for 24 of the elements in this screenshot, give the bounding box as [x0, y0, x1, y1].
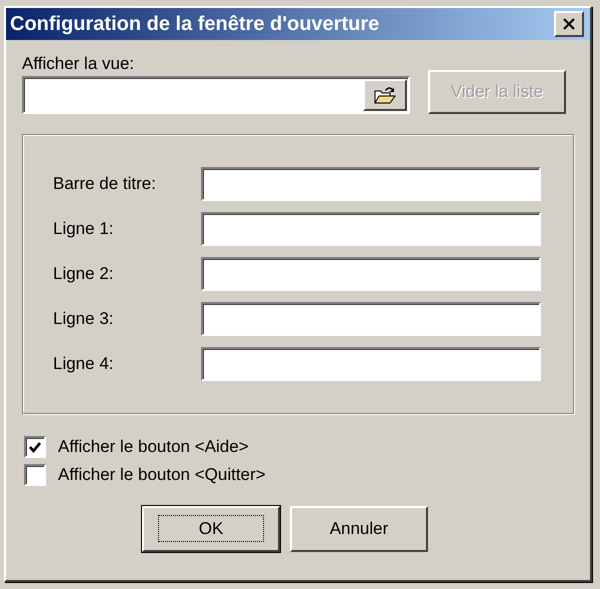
text-field[interactable]	[201, 347, 541, 381]
checkbox-label: Afficher le bouton <Aide>	[58, 437, 249, 457]
cancel-button[interactable]: Annuler	[290, 506, 428, 552]
ok-button[interactable]: OK	[142, 506, 280, 552]
checkbox[interactable]	[24, 436, 46, 458]
checkbox-label: Afficher le bouton <Quitter>	[58, 465, 266, 485]
text-field[interactable]	[201, 212, 541, 246]
field-label: Barre de titre:	[53, 174, 157, 194]
view-label: Afficher la vue:	[22, 54, 136, 74]
view-field[interactable]	[22, 76, 410, 114]
field-label: Ligne 2:	[53, 264, 114, 284]
text-field[interactable]	[201, 257, 541, 291]
field-label: Ligne 4:	[53, 354, 114, 374]
text-field[interactable]	[201, 302, 541, 336]
close-icon	[562, 18, 576, 30]
checkmark-icon	[28, 440, 42, 454]
folder-icon	[373, 85, 397, 105]
field-label: Ligne 3:	[53, 309, 114, 329]
field-label: Ligne 1:	[53, 219, 114, 239]
browse-button[interactable]	[363, 79, 407, 111]
text-field[interactable]	[201, 167, 541, 201]
close-button[interactable]	[554, 11, 584, 37]
window-title: Configuration de la fenêtre d'ouverture	[10, 12, 380, 36]
checkbox[interactable]	[24, 464, 46, 486]
